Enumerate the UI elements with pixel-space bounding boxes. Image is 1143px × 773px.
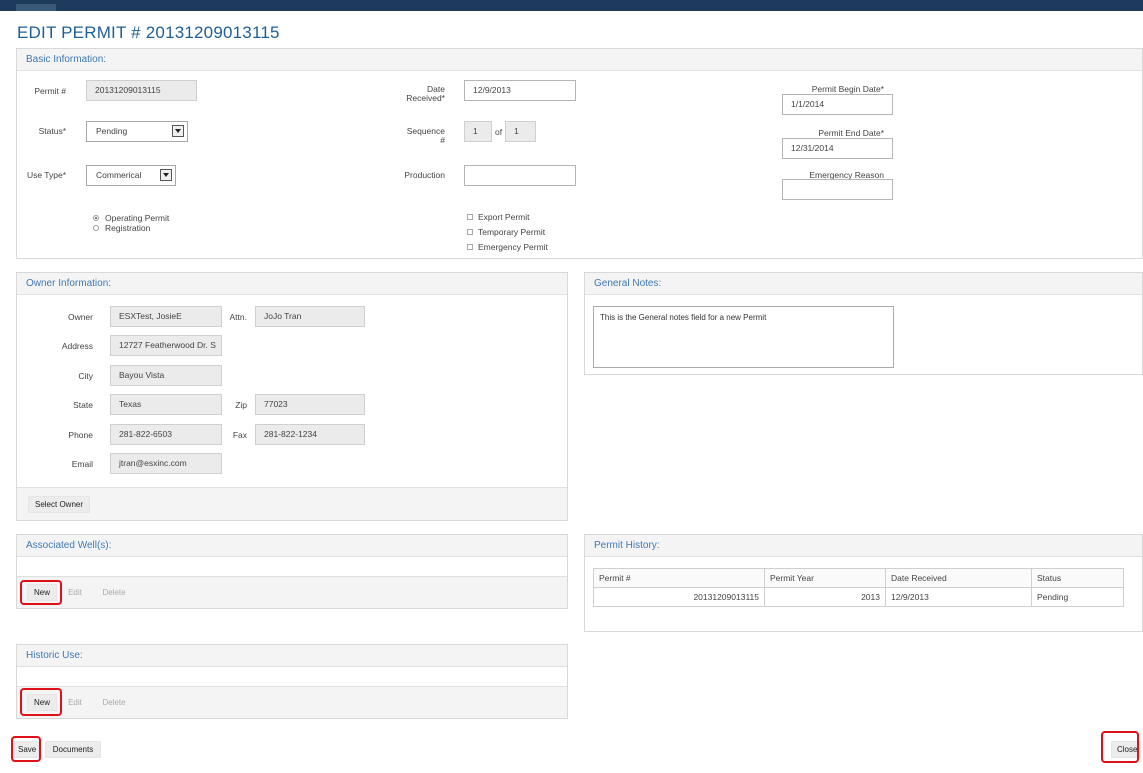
state-label: State [73,400,93,410]
emergency-reason-input[interactable] [782,179,893,200]
status-select[interactable]: Pending [86,121,188,142]
save-highlight [11,736,41,762]
page-title: EDIT PERMIT # 20131209013115 [17,23,280,42]
permit-end-date-input[interactable]: 12/31/2014 [782,138,893,159]
permit-end-date-label: Permit End Date* [818,128,884,138]
documents-button[interactable]: Documents [45,741,101,758]
column-header-permit[interactable]: Permit # [593,568,765,588]
owner-information-header: Owner Information: [17,273,567,295]
owner-label: Owner [67,312,93,322]
historic-delete-button[interactable]: Delete [95,694,133,711]
use-type-select-value: Commerical [96,170,142,180]
city-label: City [78,371,93,381]
permit-number-field[interactable]: 20131209013115 [86,80,197,101]
status-label: Status* [38,126,66,136]
permit-history-table: Permit # Permit Year Date Received Statu… [593,568,1124,607]
column-header-permit-year[interactable]: Permit Year [764,568,886,588]
historic-use-header: Historic Use: [17,645,567,667]
city-field[interactable]: Bayou Vista [110,365,222,386]
state-field[interactable]: Texas [110,394,222,415]
table-header-row: Permit # Permit Year Date Received Statu… [593,568,1124,588]
permit-number-label: Permit # [34,86,66,96]
column-header-date-received[interactable]: Date Received [885,568,1032,588]
operating-permit-label: Operating Permit [105,213,170,223]
general-notes-header: General Notes: [585,273,1142,295]
table-row[interactable]: 20131209013115 2013 12/9/2013 Pending [593,587,1124,607]
top-nav-bar [0,0,1143,11]
column-header-status[interactable]: Status [1031,568,1124,588]
wells-delete-button[interactable]: Delete [95,584,133,601]
attn-field[interactable]: JoJo Tran [255,306,365,327]
phone-field[interactable]: 281-822-6503 [110,424,222,445]
registration-radio[interactable] [93,225,99,231]
emergency-permit-label: Emergency Permit [478,242,548,252]
close-highlight [1101,731,1139,763]
email-label: Email [71,459,93,469]
use-type-select[interactable]: Commerical [86,165,176,186]
address-label: Address [61,341,93,351]
select-owner-button[interactable]: Select Owner [28,496,90,513]
fax-label: Fax [232,430,247,440]
temporary-permit-label: Temporary Permit [478,227,546,237]
zip-field[interactable]: 77023 [255,394,365,415]
cell-permit-year: 2013 [764,587,886,607]
permit-history-header: Permit History: [585,535,1142,557]
cell-permit-number: 20131209013115 [593,587,765,607]
sequence-number-field[interactable]: 1 [464,121,492,142]
phone-label: Phone [68,430,93,440]
chevron-down-icon [172,125,184,137]
associated-wells-header: Associated Well(s): [17,535,567,557]
address-field[interactable]: 12727 Featherwood Dr. S [110,335,222,356]
nav-tab[interactable] [16,4,56,11]
historic-new-highlight [20,688,62,716]
owner-field[interactable]: ESXTest, JosieE [110,306,222,327]
date-received-label-line2: Received* [406,93,445,103]
production-input[interactable] [464,165,576,186]
cell-date-received: 12/9/2013 [885,587,1032,607]
historic-edit-button[interactable]: Edit [62,694,88,711]
emergency-permit-checkbox[interactable] [467,244,473,250]
production-label: Production [404,170,445,180]
permit-begin-date-input[interactable]: 1/1/2014 [782,94,893,115]
status-select-value: Pending [96,126,128,136]
wells-new-highlight [20,580,62,605]
email-field[interactable]: jtran@esxinc.com [110,453,222,474]
zip-label: Zip [235,400,247,410]
basic-information-header: Basic Information: [17,49,1142,71]
chevron-down-icon [160,169,172,181]
temporary-permit-checkbox[interactable] [467,229,473,235]
sequence-of-label: of [495,127,503,137]
owner-footer-bar [17,487,567,520]
permit-begin-date-label: Permit Begin Date* [811,84,884,94]
export-permit-label: Export Permit [478,212,530,222]
attn-label: Attn. [229,312,247,322]
use-type-label: Use Type* [26,170,66,180]
registration-label: Registration [105,223,151,233]
fax-field[interactable]: 281-822-1234 [255,424,365,445]
operating-permit-radio[interactable] [93,215,99,221]
cell-status: Pending [1031,587,1124,607]
date-received-input[interactable]: 12/9/2013 [464,80,576,101]
sequence-total-field[interactable]: 1 [505,121,536,142]
wells-edit-button[interactable]: Edit [62,584,88,601]
export-permit-checkbox[interactable] [467,214,473,220]
general-notes-textarea[interactable] [593,306,894,368]
sequence-label-line2: # [440,135,445,145]
